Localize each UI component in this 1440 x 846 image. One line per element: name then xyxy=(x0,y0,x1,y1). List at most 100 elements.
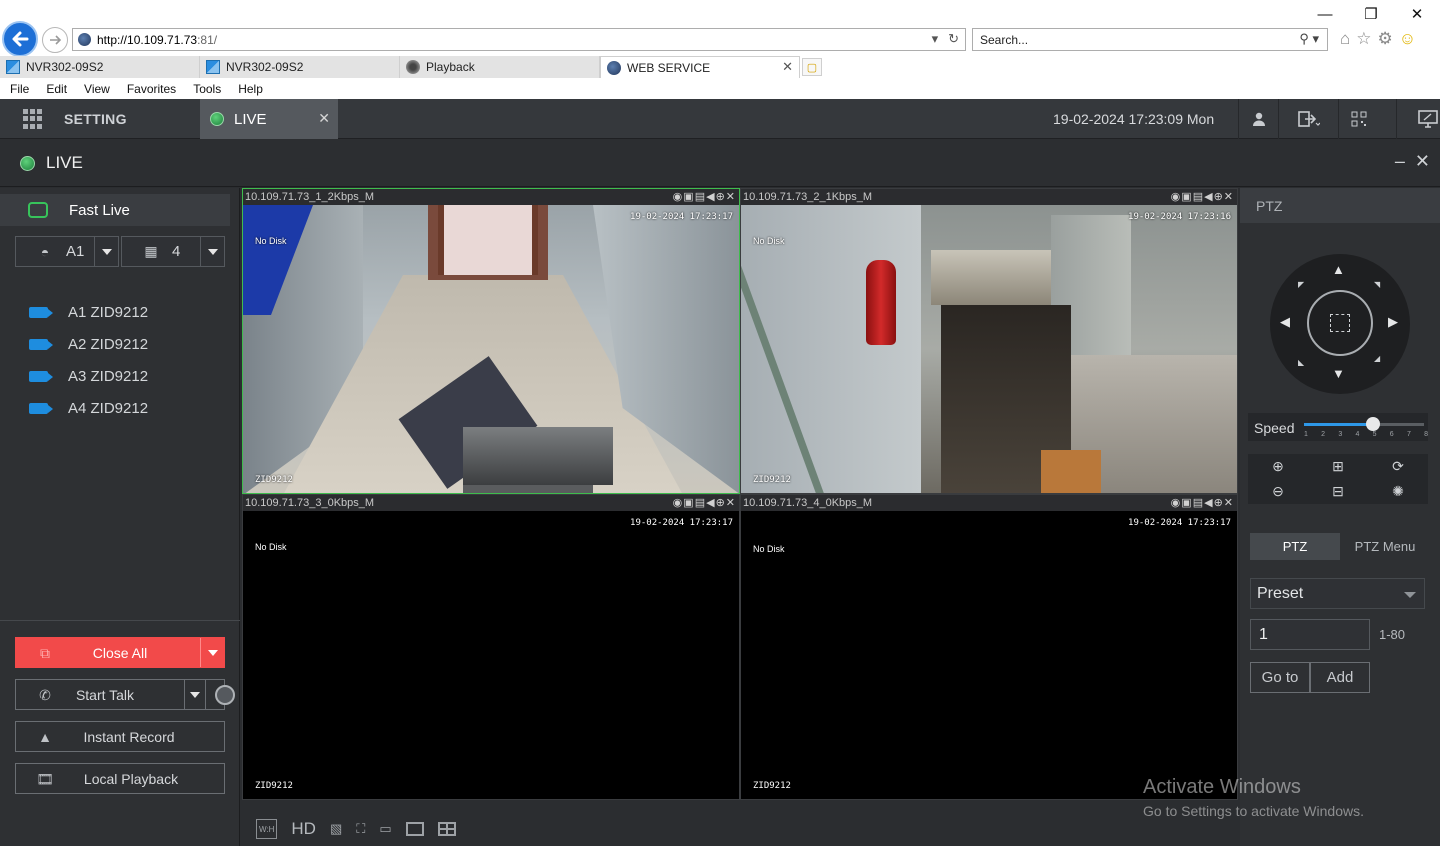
browser-tab[interactable]: NVR302-09S2 xyxy=(200,56,400,78)
chevron-down-icon[interactable] xyxy=(200,237,224,266)
iris-icon[interactable]: ✺ xyxy=(1368,479,1428,504)
home-icon[interactable]: ⌂ xyxy=(1340,29,1350,49)
audio-icon[interactable]: ◀ xyxy=(1204,191,1213,203)
chevron-down-icon[interactable] xyxy=(184,680,206,709)
tab-ptz[interactable]: PTZ xyxy=(1250,533,1340,560)
snapshot-icon[interactable]: ▣ xyxy=(1181,497,1192,509)
tab-ptz-menu[interactable]: PTZ Menu xyxy=(1340,533,1430,560)
zoom-icon[interactable]: ⊕ xyxy=(1214,497,1224,509)
pan-up-right-icon[interactable]: ◥ xyxy=(1374,280,1380,289)
focus-near-icon[interactable]: ⊞ xyxy=(1308,454,1368,479)
camera-list-item[interactable]: A1 ZID9212 xyxy=(0,296,240,328)
fast-live-button[interactable]: Fast Live xyxy=(0,194,230,226)
video-tile[interactable]: 10.109.71.73_1_2Kbps_M ◉▣▤◀⊕✕ 19-02-2024… xyxy=(242,188,740,494)
window-mode-icon[interactable]: ▭ xyxy=(379,819,391,839)
preset-select[interactable]: Preset xyxy=(1250,578,1425,609)
settings-gear-icon[interactable]: ⚙ xyxy=(1378,29,1393,49)
pan-up-icon[interactable]: ▲ xyxy=(1332,262,1345,277)
menu-help[interactable]: Help xyxy=(238,82,263,96)
minimize-panel-icon[interactable]: – xyxy=(1395,151,1405,172)
close-window-icon[interactable]: ✕ xyxy=(1394,2,1440,26)
pan-right-icon[interactable]: ▶ xyxy=(1388,314,1398,330)
eye-icon[interactable]: ◉ xyxy=(673,497,684,509)
close-tile-icon[interactable]: ✕ xyxy=(1224,191,1234,203)
auto-focus-button[interactable] xyxy=(1307,290,1373,356)
new-tab-button[interactable]: ▢ xyxy=(802,58,822,76)
audio-icon[interactable]: ◀ xyxy=(1204,497,1213,509)
search-icon[interactable]: ⚲ ▾ xyxy=(1299,31,1319,47)
zoom-in-icon[interactable]: ⊕ xyxy=(1248,454,1308,479)
audio-icon[interactable]: ◀ xyxy=(706,497,715,509)
pan-up-left-icon[interactable]: ◤ xyxy=(1298,280,1304,289)
close-all-button[interactable]: ⧉ Close All xyxy=(15,637,225,668)
menu-tools[interactable]: Tools xyxy=(193,82,221,96)
close-tile-icon[interactable]: ✕ xyxy=(726,191,736,203)
close-tile-icon[interactable]: ✕ xyxy=(726,497,736,509)
app-menu-grid-icon[interactable] xyxy=(23,109,43,129)
logout-icon[interactable] xyxy=(1278,99,1338,139)
talk-record-toggle[interactable] xyxy=(215,685,235,705)
favorites-star-icon[interactable]: ☆ xyxy=(1356,29,1371,49)
eye-icon[interactable]: ◉ xyxy=(1171,191,1182,203)
dropdown-icon[interactable]: ▾ xyxy=(932,31,939,47)
restore-icon[interactable]: ❐ xyxy=(1348,2,1394,26)
minimize-icon[interactable]: — xyxy=(1302,2,1348,26)
feedback-smiley-icon[interactable]: ☺ xyxy=(1399,29,1416,49)
forward-button[interactable] xyxy=(42,27,68,53)
camera-list-item[interactable]: A4 ZID9212 xyxy=(0,392,240,424)
quad-view-icon[interactable] xyxy=(437,822,456,836)
chevron-down-icon[interactable] xyxy=(200,638,224,667)
pan-down-icon[interactable]: ▼ xyxy=(1332,366,1345,381)
audio-icon[interactable]: ◀ xyxy=(706,191,715,203)
close-tab-icon[interactable]: ✕ xyxy=(318,110,330,127)
menu-edit[interactable]: Edit xyxy=(46,82,67,96)
monitor-icon[interactable] xyxy=(1396,99,1440,139)
auto-rotate-icon[interactable]: ⟳ xyxy=(1368,454,1428,479)
address-bar[interactable]: http://10.109.71.73:81/ ▾ ↻ xyxy=(72,28,966,51)
close-tab-icon[interactable]: ✕ xyxy=(782,59,793,75)
record-icon[interactable]: ▤ xyxy=(695,191,706,203)
start-talk-button[interactable]: ✆ Start Talk xyxy=(15,679,235,710)
snapshot-icon[interactable]: ▣ xyxy=(683,191,694,203)
speed-slider-handle[interactable] xyxy=(1365,417,1380,431)
single-view-icon[interactable] xyxy=(405,822,424,836)
browser-tab[interactable]: Playback xyxy=(400,56,600,78)
zoom-out-icon[interactable]: ⊖ xyxy=(1248,479,1308,504)
video-tile[interactable]: 10.109.71.73_4_0Kbps_M ◉▣▤◀⊕✕ 19-02-2024… xyxy=(740,494,1238,800)
qr-code-icon[interactable] xyxy=(1338,99,1378,139)
zoom-icon[interactable]: ⊕ xyxy=(1214,191,1224,203)
refresh-icon[interactable]: ↻ xyxy=(948,31,959,47)
fullscreen-icon[interactable]: ⛶ xyxy=(356,819,365,839)
snapshot-icon[interactable]: ▣ xyxy=(1181,191,1192,203)
stream-switch-icon[interactable]: ▧ xyxy=(330,819,342,839)
browser-tab[interactable]: NVR302-09S2 xyxy=(0,56,200,78)
instant-record-button[interactable]: ▲ Instant Record xyxy=(15,721,225,752)
back-button[interactable] xyxy=(2,21,38,57)
browser-tab-active[interactable]: WEB SERVICE ✕ xyxy=(600,56,800,78)
snapshot-icon[interactable]: ▣ xyxy=(683,497,694,509)
menu-file[interactable]: File xyxy=(10,82,29,96)
chevron-down-icon[interactable] xyxy=(94,237,118,266)
close-panel-icon[interactable]: ✕ xyxy=(1415,151,1430,172)
record-icon[interactable]: ▤ xyxy=(1193,191,1204,203)
menu-favorites[interactable]: Favorites xyxy=(127,82,176,96)
focus-far-icon[interactable]: ⊟ xyxy=(1308,479,1368,504)
eye-icon[interactable]: ◉ xyxy=(1171,497,1182,509)
goto-preset-button[interactable]: Go to xyxy=(1250,662,1310,693)
local-playback-button[interactable]: 🎞 Local Playback xyxy=(15,763,225,794)
hd-button[interactable]: HD xyxy=(291,819,316,839)
video-tile[interactable]: 10.109.71.73_2_1Kbps_M ◉▣▤◀⊕✕ 19-02-2024… xyxy=(740,188,1238,494)
layout-select[interactable]: ▦ 4 xyxy=(121,236,225,267)
record-icon[interactable]: ▤ xyxy=(695,497,706,509)
tab-live[interactable]: LIVE ✕ xyxy=(200,99,338,139)
eye-icon[interactable]: ◉ xyxy=(673,191,684,203)
record-icon[interactable]: ▤ xyxy=(1193,497,1204,509)
zoom-icon[interactable]: ⊕ xyxy=(716,497,726,509)
aspect-ratio-button[interactable]: W:H xyxy=(256,819,278,839)
preset-number-input[interactable]: 1 xyxy=(1250,619,1370,650)
camera-list-item[interactable]: A3 ZID9212 xyxy=(0,360,240,392)
setting-menu[interactable]: SETTING xyxy=(64,111,127,127)
camera-list-item[interactable]: A2 ZID9212 xyxy=(0,328,240,360)
user-icon[interactable] xyxy=(1238,99,1278,139)
zoom-icon[interactable]: ⊕ xyxy=(716,191,726,203)
